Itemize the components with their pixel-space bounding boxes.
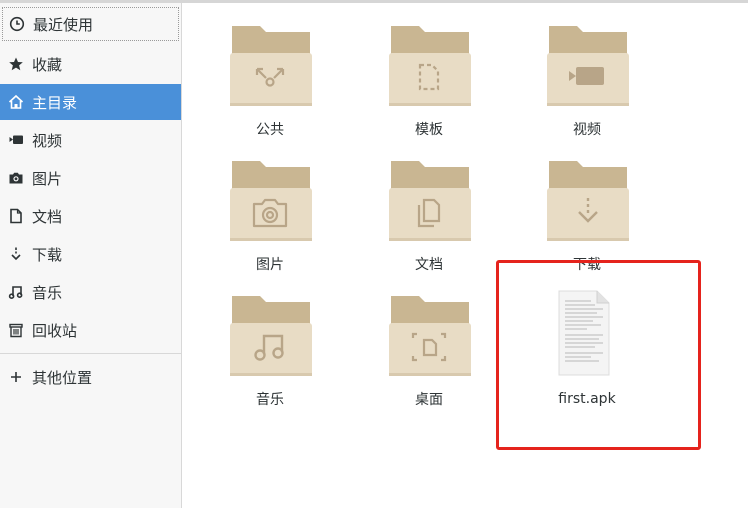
- file-name: 视频: [573, 122, 601, 138]
- folder-icon: [389, 296, 471, 376]
- folder-icon: [547, 26, 629, 106]
- file-name: 文档: [415, 257, 443, 273]
- folder-desktop[interactable]: 桌面: [369, 294, 489, 424]
- sidebar: 最近使用 收藏 主目录 视频 图片 文档 下载 音乐 回收站 其他位置: [0, 3, 182, 508]
- folder-icon: [389, 26, 471, 106]
- file-manager-window: 最近使用 收藏 主目录 视频 图片 文档 下载 音乐 回收站 其他位置 公共 模…: [0, 0, 748, 508]
- sidebar-item-label: 图片: [32, 169, 63, 188]
- file-grid: 公共 模板 视频 图片 文档 下载 音乐 桌面 first.apk: [182, 3, 748, 508]
- folder-icon: [230, 161, 312, 241]
- sidebar-separator: [0, 353, 181, 354]
- folder-templates[interactable]: 模板: [369, 24, 489, 154]
- video-icon: [7, 131, 25, 149]
- sidebar-item-label: 最近使用: [33, 15, 94, 34]
- camera-icon: [7, 169, 25, 187]
- home-icon: [7, 93, 25, 111]
- sidebar-item-starred[interactable]: 收藏: [0, 46, 181, 82]
- sidebar-item-trash[interactable]: 回收站: [0, 312, 181, 348]
- file-name: 图片: [256, 257, 284, 273]
- sidebar-item-label: 下载: [32, 245, 63, 264]
- folder-pictures[interactable]: 图片: [210, 159, 330, 289]
- plus-icon: [7, 368, 25, 386]
- folder-icon: [230, 296, 312, 376]
- file-name: 音乐: [256, 392, 284, 408]
- trash-icon: [7, 321, 25, 339]
- folder-icon: [389, 161, 471, 241]
- folder-icon: [547, 161, 629, 241]
- sidebar-item-music[interactable]: 音乐: [0, 274, 181, 310]
- folder-videos[interactable]: 视频: [527, 24, 647, 154]
- clock-icon: [8, 15, 26, 33]
- sidebar-item-recent[interactable]: 最近使用: [2, 7, 179, 41]
- red-highlight-box: [496, 260, 701, 450]
- sidebar-item-label: 收藏: [32, 55, 63, 74]
- file-name: 公共: [256, 122, 284, 138]
- sidebar-item-label: 主目录: [32, 93, 78, 112]
- music-icon: [7, 283, 25, 301]
- folder-public[interactable]: 公共: [210, 24, 330, 154]
- sidebar-item-other-locations[interactable]: 其他位置: [0, 359, 181, 395]
- folder-documents[interactable]: 文档: [369, 159, 489, 289]
- folder-icon: [230, 26, 312, 106]
- star-icon: [7, 55, 25, 73]
- sidebar-item-videos[interactable]: 视频: [0, 122, 181, 158]
- sidebar-item-downloads[interactable]: 下载: [0, 236, 181, 272]
- folder-music[interactable]: 音乐: [210, 294, 330, 424]
- sidebar-item-pictures[interactable]: 图片: [0, 160, 181, 196]
- file-name: 模板: [415, 122, 443, 138]
- sidebar-item-label: 回收站: [32, 321, 78, 340]
- sidebar-item-documents[interactable]: 文档: [0, 198, 181, 234]
- download-icon: [7, 245, 25, 263]
- sidebar-item-label: 视频: [32, 131, 63, 150]
- file-name: 桌面: [415, 392, 443, 408]
- sidebar-item-label: 其他位置: [32, 368, 93, 387]
- sidebar-item-label: 文档: [32, 207, 63, 226]
- sidebar-item-label: 音乐: [32, 283, 63, 302]
- sidebar-item-home[interactable]: 主目录: [0, 84, 181, 120]
- document-icon: [7, 207, 25, 225]
